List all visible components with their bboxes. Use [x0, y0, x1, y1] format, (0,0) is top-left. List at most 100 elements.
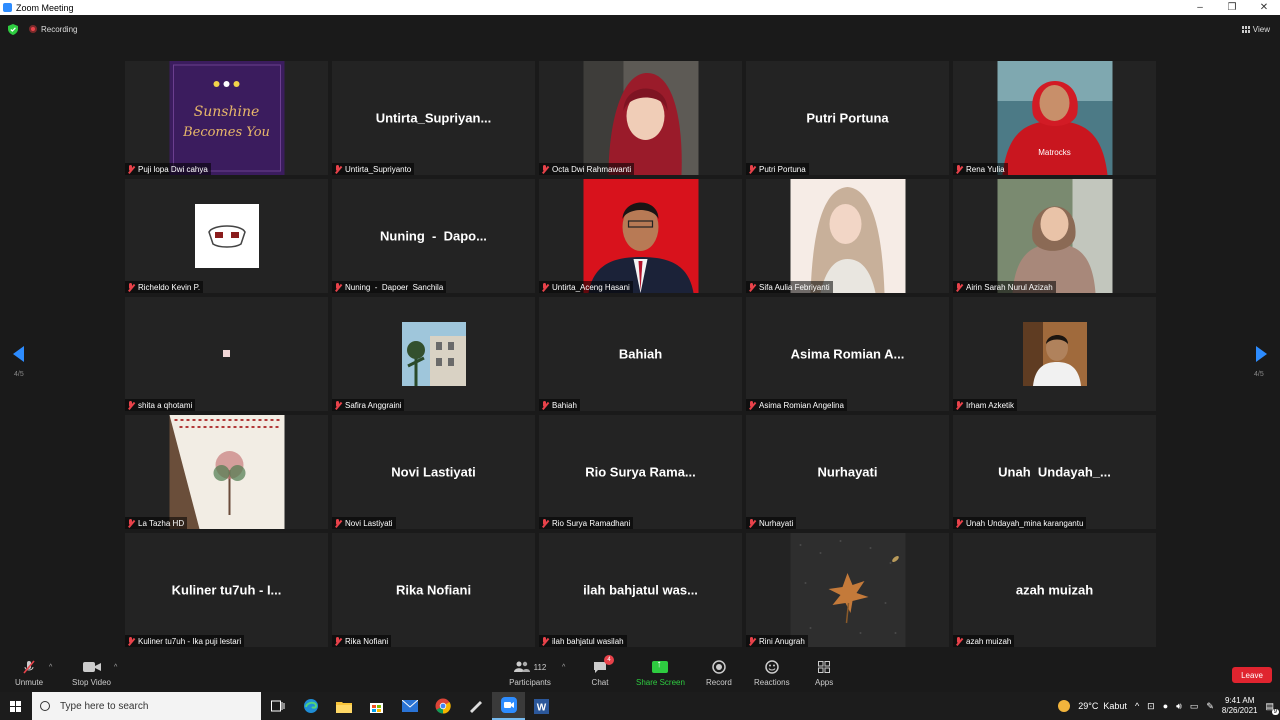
svg-text:W: W — [537, 702, 547, 713]
muted-mic-icon — [955, 400, 963, 410]
participant-tile[interactable]: Nurhayati Nurhayati — [746, 415, 949, 529]
chrome-browser-icon[interactable] — [426, 692, 459, 720]
participant-photo: Matrocks — [997, 61, 1112, 175]
muted-mic-icon — [955, 282, 963, 292]
weather-text[interactable]: 29°C Kabut — [1078, 701, 1127, 711]
participant-name: Unah Undayah_mina karangantu — [966, 518, 1084, 528]
zoom-taskbar-icon[interactable] — [492, 692, 525, 720]
muted-mic-icon — [127, 636, 135, 646]
participant-display-name: ilah bahjatul was... — [583, 582, 698, 598]
maximize-icon[interactable]: ❐ — [1216, 2, 1248, 13]
unmute-button[interactable]: Unmute — [15, 659, 43, 687]
edge-browser-icon[interactable] — [294, 692, 327, 720]
participant-tile[interactable]: La Tazha HD — [125, 415, 328, 529]
volume-icon[interactable]: 🔊︎ — [1176, 701, 1182, 712]
participant-name: Rika Nofiani — [345, 636, 389, 646]
participant-name-label: Sifa Aulia Febriyanti — [746, 281, 833, 293]
participant-tile[interactable]: Putri Portuna Putri Portuna — [746, 61, 949, 175]
participant-display-name: Rio Surya Rama... — [585, 464, 696, 480]
participant-tile[interactable]: Richeldo Kevin P. — [125, 179, 328, 293]
audio-options-caret-icon[interactable]: ^ — [49, 664, 52, 671]
muted-mic-icon — [127, 400, 135, 410]
participants-options-caret-icon[interactable]: ^ — [562, 664, 565, 671]
participant-tile[interactable]: Octa Dwi Rahmawanti — [539, 61, 742, 175]
participant-tile[interactable]: ilah bahjatul was... ilah bahjatul wasil… — [539, 533, 742, 647]
participant-name-label: Puji lopa Dwi cahya — [125, 163, 211, 175]
participant-tile[interactable]: Rini Anugrah — [746, 533, 949, 647]
participant-tile[interactable]: shita a qhotami — [125, 297, 328, 411]
participant-avatar — [194, 204, 259, 268]
participant-tile[interactable]: Asima Romian A... Asima Romian Angelina — [746, 297, 949, 411]
file-explorer-icon[interactable] — [327, 692, 360, 720]
share-screen-label: Share Screen — [636, 678, 685, 687]
security-shield-icon[interactable] — [8, 23, 18, 35]
word-icon[interactable]: W — [525, 692, 558, 720]
participant-tile[interactable]: Nuning - Dapo... Nuning - Dapoer Sanchil… — [332, 179, 535, 293]
view-button[interactable]: View — [1241, 25, 1270, 34]
chat-button[interactable]: 4 Chat — [591, 655, 614, 687]
participant-tile[interactable]: Safira Anggraini — [332, 297, 535, 411]
participant-tile[interactable]: Rika Nofiani Rika Nofiani — [332, 533, 535, 647]
muted-mic-icon — [748, 518, 756, 528]
meet-now-icon[interactable]: ⊡ — [1147, 701, 1155, 712]
record-label: Record — [706, 678, 732, 687]
muted-mic-icon — [541, 164, 549, 174]
participant-display-name: Nuning - Dapo... — [380, 228, 487, 244]
participant-name: Untirta_Supriyanto — [345, 164, 412, 174]
microsoft-store-icon[interactable] — [360, 692, 393, 720]
start-button[interactable] — [0, 692, 30, 720]
participants-button[interactable]: 112 Participants — [509, 659, 551, 687]
previous-page-arrow-icon[interactable] — [13, 346, 24, 362]
apps-button[interactable]: Apps — [815, 659, 833, 687]
meeting-topbar: Recording View — [0, 15, 1280, 43]
participant-tile[interactable]: Kuliner tu7uh - I... Kuliner tu7uh - Ika… — [125, 533, 328, 647]
participant-tile[interactable]: azah muizah azah muizah — [953, 533, 1156, 647]
system-clock[interactable]: 9:41 AM 8/26/2021 — [1222, 696, 1258, 716]
stop-video-button[interactable]: Stop Video — [72, 659, 111, 687]
muted-mic-icon — [748, 636, 756, 646]
participant-name-label: Nurhayati — [746, 517, 797, 529]
participant-display-name: Nurhayati — [817, 464, 878, 480]
network-icon[interactable]: ▭ — [1190, 701, 1199, 712]
close-icon[interactable]: ✕ — [1248, 2, 1280, 13]
muted-mic-icon — [955, 164, 963, 174]
show-hidden-icons-icon[interactable]: ^ — [1135, 701, 1139, 711]
share-screen-icon — [651, 659, 669, 675]
recording-indicator[interactable]: Recording — [29, 25, 77, 34]
pen-workspace-icon[interactable]: ✎ — [1206, 701, 1214, 712]
participant-tile[interactable]: Untirta_Aceng Hasani — [539, 179, 742, 293]
mail-icon[interactable] — [393, 692, 426, 720]
system-tray: 29°C Kabut ^ ⊡ ● 🔊︎ ▭ ✎ 9:41 AM 8/26/202… — [1058, 696, 1280, 716]
participant-tile[interactable]: Matrocks Rena Yulia — [953, 61, 1156, 175]
participant-name-label: shita a qhotami — [125, 399, 196, 411]
gallery-view: Sunshine Becomes You Puji lopa Dwi cahya… — [125, 61, 1156, 648]
participant-name: Putri Portuna — [759, 164, 806, 174]
participant-tile[interactable]: Airin Sarah Nurul Azizah — [953, 179, 1156, 293]
participant-tile[interactable]: Sifa Aulia Febriyanti — [746, 179, 949, 293]
pen-app-icon[interactable] — [459, 692, 492, 720]
windows-taskbar: Type here to search W 29°C Kabut ^ ⊡ ● 🔊… — [0, 692, 1280, 720]
zoom-app-icon — [3, 3, 12, 12]
reactions-button[interactable]: Reactions — [754, 659, 790, 687]
participant-tile[interactable]: Rio Surya Rama... Rio Surya Ramadhani — [539, 415, 742, 529]
record-button[interactable]: Record — [706, 659, 732, 687]
notification-center-icon[interactable]: ▤ 9 — [1265, 701, 1279, 715]
leave-button[interactable]: Leave — [1232, 667, 1272, 683]
share-screen-button[interactable]: Share Screen — [636, 659, 685, 687]
participant-tile[interactable]: Bahiah Bahiah — [539, 297, 742, 411]
participant-tile[interactable]: Unah Undayah_... Unah Undayah_mina karan… — [953, 415, 1156, 529]
participant-tile[interactable]: Sunshine Becomes You Puji lopa Dwi cahya — [125, 61, 328, 175]
participant-tile[interactable]: Untirta_Supriyan... Untirta_Supriyanto — [332, 61, 535, 175]
participant-name-label: Untirta_Supriyanto — [332, 163, 415, 175]
microphone-icon[interactable]: ● — [1163, 701, 1168, 711]
participant-tile[interactable]: Novi Lastiyati Novi Lastiyati — [332, 415, 535, 529]
next-page-arrow-icon[interactable] — [1256, 346, 1267, 362]
video-options-caret-icon[interactable]: ^ — [114, 664, 117, 671]
minimize-icon[interactable]: – — [1184, 2, 1216, 13]
participant-photo — [169, 415, 284, 529]
task-view-icon[interactable] — [261, 692, 294, 720]
participant-name: Nuning - Dapoer Sanchila — [345, 282, 444, 292]
muted-mic-icon — [955, 518, 963, 528]
participant-tile[interactable]: Irham Azketik — [953, 297, 1156, 411]
taskbar-search-box[interactable]: Type here to search — [32, 692, 261, 720]
